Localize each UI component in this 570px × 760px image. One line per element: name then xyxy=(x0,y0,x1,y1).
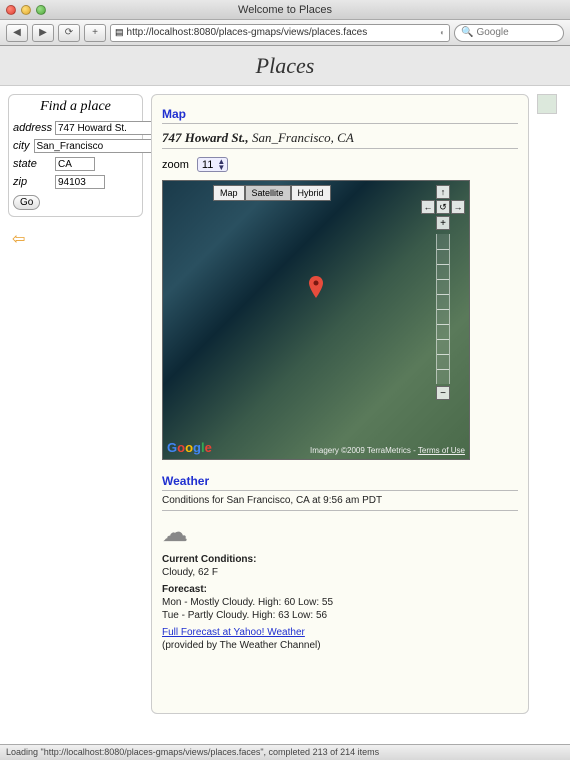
stepper-icon[interactable]: ▲▼ xyxy=(217,159,225,171)
address-label: address xyxy=(13,122,51,134)
weather-title: Weather xyxy=(162,472,518,491)
page-header: Places xyxy=(0,46,570,86)
status-bar: Loading "http://localhost:8080/places-gm… xyxy=(0,744,570,760)
map-canvas[interactable]: Map Satellite Hybrid ↑ ←↺→ + − xyxy=(162,180,470,460)
search-bar[interactable]: 🔍 xyxy=(454,24,564,42)
map-type-satellite[interactable]: Satellite xyxy=(245,185,291,201)
forecast-2: Tue - Partly Cloudy. High: 63 Low: 56 xyxy=(162,610,518,621)
pan-left-button[interactable]: ← xyxy=(421,200,435,214)
weather-conditions: Conditions for San Francisco, CA at 9:56… xyxy=(162,495,518,511)
map-address-street: 747 Howard St., xyxy=(162,130,249,145)
back-arrow-icon[interactable]: ⇦ xyxy=(8,225,143,253)
weather-section: Weather Conditions for San Francisco, CA… xyxy=(162,472,518,651)
zip-label: zip xyxy=(13,176,51,188)
page-icon: ▤ xyxy=(115,27,124,38)
map-controls: ↑ ←↺→ + − xyxy=(421,185,465,402)
terms-link[interactable]: Terms of Use xyxy=(418,446,465,455)
zoom-slider[interactable] xyxy=(436,234,450,384)
zoom-label: zoom xyxy=(162,159,189,171)
map-address-rest: San_Francisco, CA xyxy=(249,130,354,145)
state-label: state xyxy=(13,158,51,170)
cloud-icon: ☁ xyxy=(162,513,518,552)
find-title: Find a place xyxy=(9,95,142,119)
title-bar: Welcome to Places xyxy=(0,0,570,20)
map-type-hybrid[interactable]: Hybrid xyxy=(291,185,331,201)
zoom-select[interactable]: 11 ▲▼ xyxy=(197,157,228,172)
find-place-panel: Find a place address city state zip Go xyxy=(8,94,143,217)
reload-button[interactable]: ⟳ xyxy=(58,24,80,42)
search-icon: 🔍 xyxy=(461,27,473,38)
pan-center-button[interactable]: ↺ xyxy=(436,200,450,214)
browser-toolbar: ◀ ▶ ⟳ + ▤ ◐ 🔍 xyxy=(0,20,570,46)
map-type-map[interactable]: Map xyxy=(213,185,245,201)
map-address: 747 Howard St., San_Francisco, CA xyxy=(162,128,518,149)
search-input[interactable] xyxy=(476,27,557,38)
add-button[interactable]: + xyxy=(84,24,106,42)
map-credit: Imagery ©2009 TerraMetrics - Terms of Us… xyxy=(310,446,465,455)
go-button[interactable]: Go xyxy=(13,195,40,210)
current-cond-label: Current Conditions: xyxy=(162,554,256,565)
back-button[interactable]: ◀ xyxy=(6,24,28,42)
forward-button[interactable]: ▶ xyxy=(32,24,54,42)
main: Map 747 Howard St., San_Francisco, CA zo… xyxy=(151,94,529,738)
zip-input[interactable] xyxy=(55,175,105,189)
main-panel: Map 747 Howard St., San_Francisco, CA zo… xyxy=(151,94,529,714)
sidebar: Find a place address city state zip Go ⇦ xyxy=(8,94,143,738)
zoom-value: 11 xyxy=(200,159,215,171)
weather-provider: (provided by The Weather Channel) xyxy=(162,640,518,651)
google-logo: Google xyxy=(167,440,212,455)
state-input[interactable] xyxy=(55,157,95,171)
city-label: city xyxy=(13,140,30,152)
zoom-out-button[interactable]: − xyxy=(436,386,450,400)
rss-icon[interactable]: ◐ xyxy=(440,28,445,37)
window-title: Welcome to Places xyxy=(0,4,570,16)
map-section-title: Map xyxy=(162,105,518,124)
forecast-label: Forecast: xyxy=(162,584,207,595)
full-forecast-link[interactable]: Full Forecast at Yahoo! Weather xyxy=(162,627,305,638)
zoom-row: zoom 11 ▲▼ xyxy=(162,157,518,172)
thumbnail-icon[interactable] xyxy=(537,94,557,114)
map-marker-icon[interactable] xyxy=(309,276,323,298)
map-type-control: Map Satellite Hybrid xyxy=(213,185,331,201)
zoom-in-button[interactable]: + xyxy=(436,216,450,230)
pan-right-button[interactable]: → xyxy=(451,200,465,214)
url-input[interactable] xyxy=(127,27,441,38)
current-cond-value: Cloudy, 62 F xyxy=(162,567,518,578)
pan-up-button[interactable]: ↑ xyxy=(436,185,450,199)
forecast-1: Mon - Mostly Cloudy. High: 60 Low: 55 xyxy=(162,597,518,608)
url-bar[interactable]: ▤ ◐ xyxy=(110,24,450,42)
page-title: Places xyxy=(256,53,315,79)
right-column xyxy=(537,94,562,738)
content: Find a place address city state zip Go ⇦… xyxy=(0,86,570,746)
